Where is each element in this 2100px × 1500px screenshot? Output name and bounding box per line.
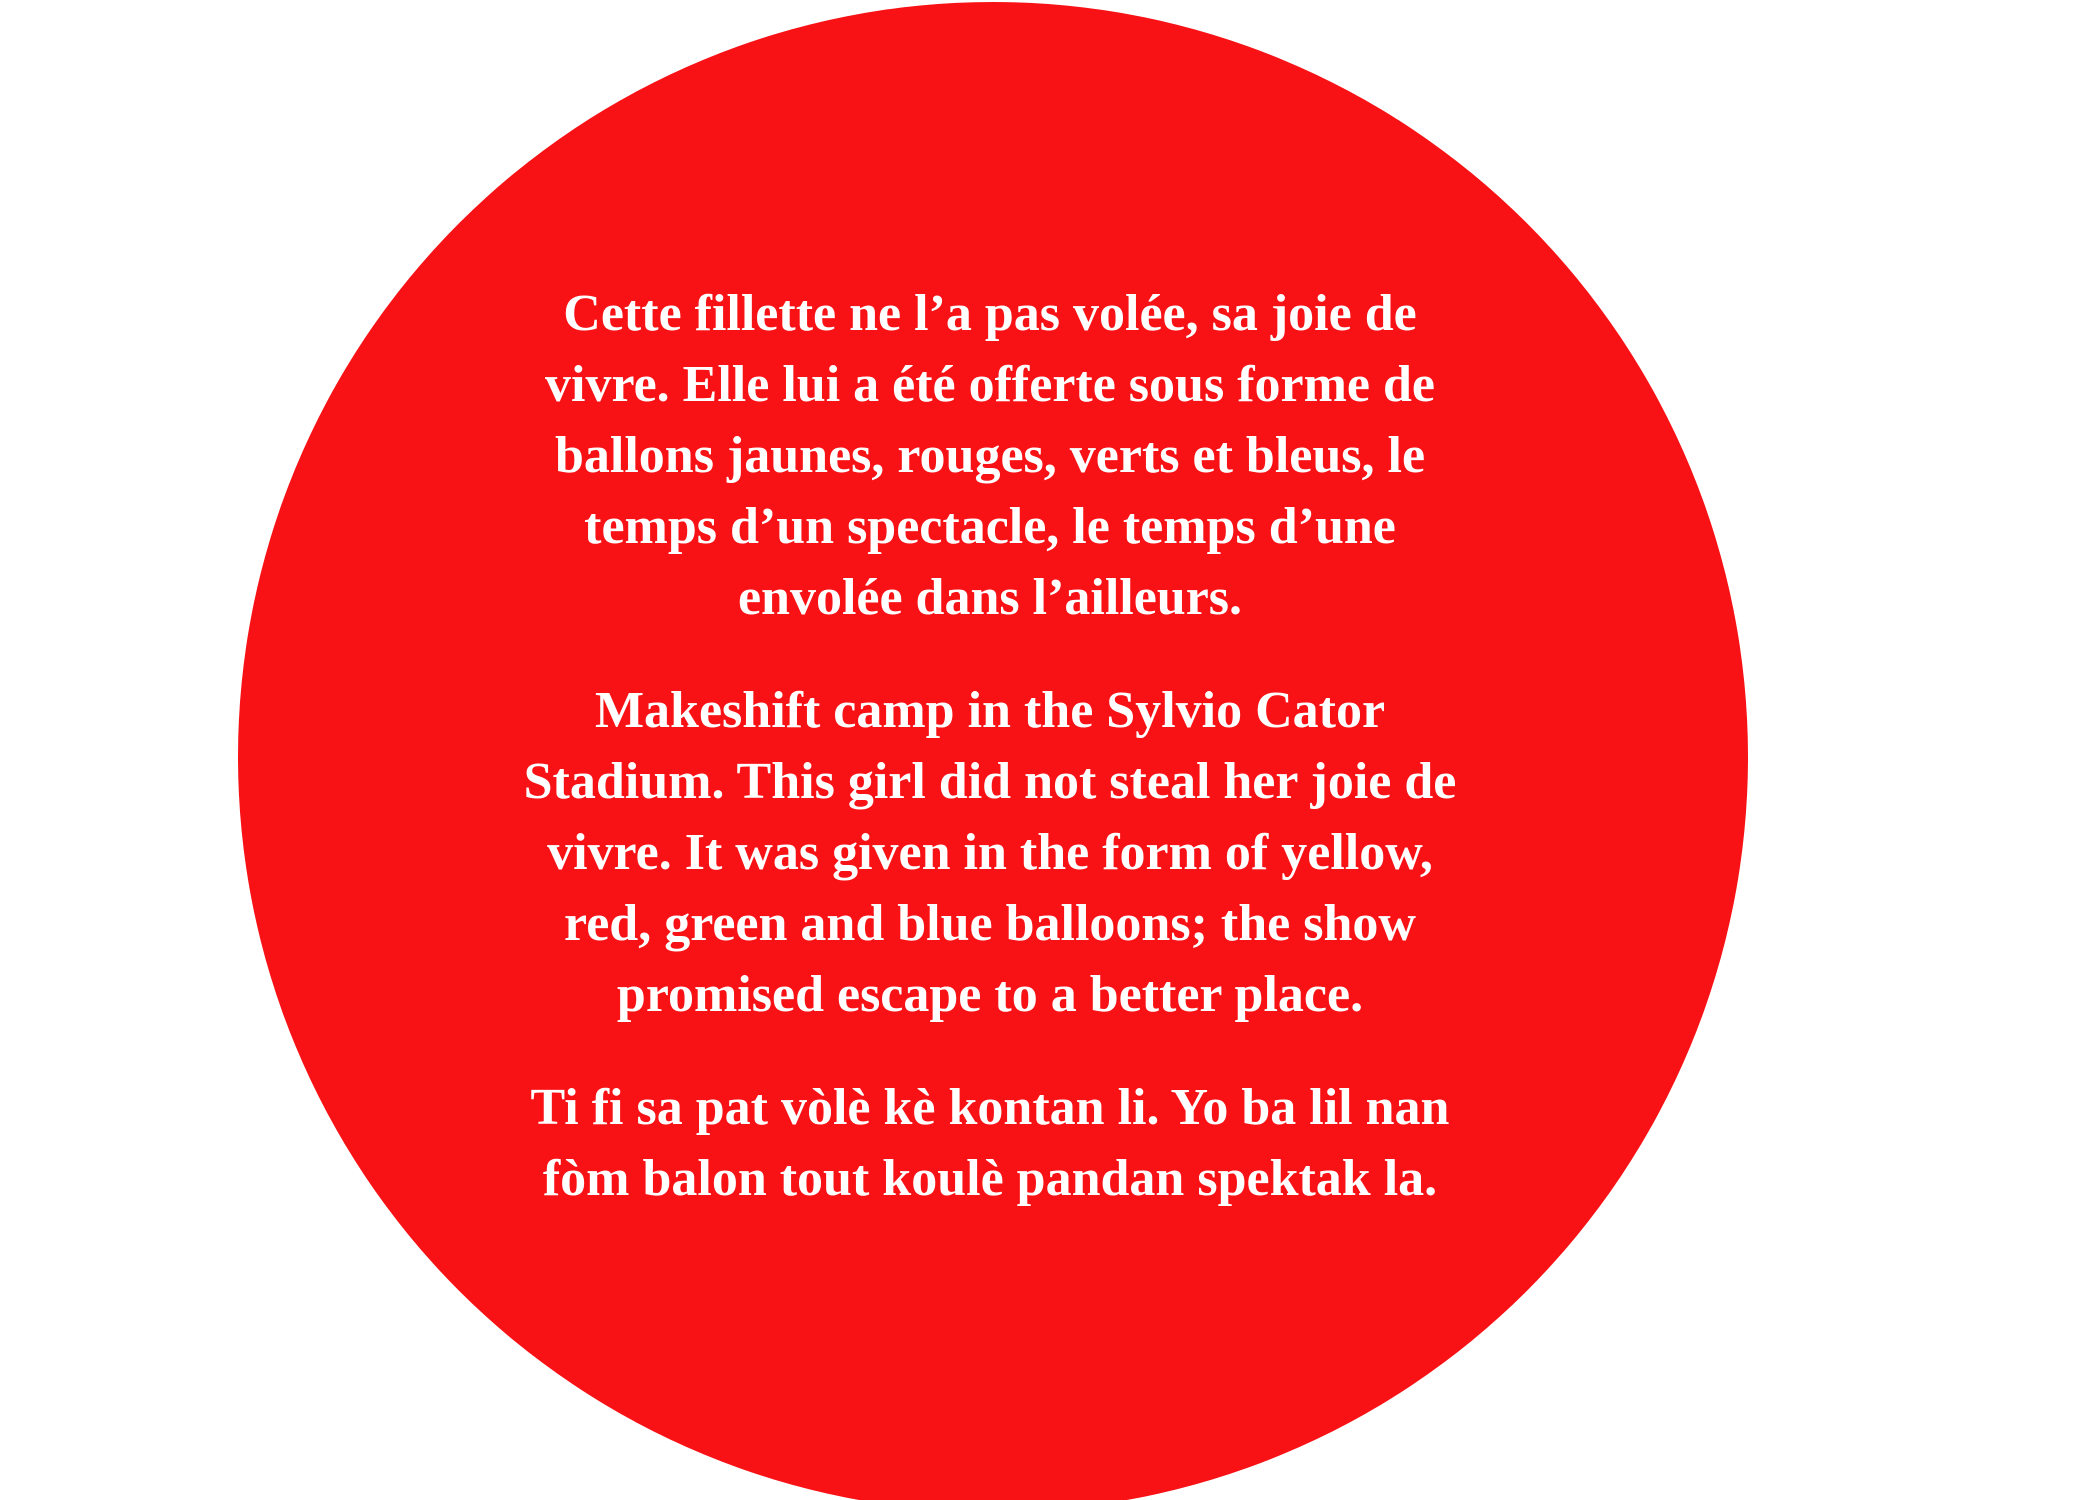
caption-line: Ti fi sa pat vòlè kè kontan li. Yo ba li… [530, 1079, 1450, 1136]
caption-paragraph-creole: Ti fi sa pat vòlè kè kontan li. Yo ba li… [440, 1072, 1540, 1214]
caption-line: vivre. Elle lui a été offerte sous forme… [545, 356, 1435, 413]
caption-line: temps d’un spectacle, le temps d’une [584, 498, 1396, 555]
caption-line: Stadium. This girl did not steal her joi… [523, 753, 1457, 810]
caption-line: fòm balon tout koulè pandan spektak la. [542, 1150, 1438, 1207]
caption-line: Makeshift camp in the Sylvio Cator [594, 682, 1386, 739]
caption-text-block: Cette fillette ne l’a pas volée, sa joie… [440, 278, 1540, 1214]
caption-line: red, green and blue balloons; the show [564, 895, 1416, 952]
page: Cette fillette ne l’a pas volée, sa joie… [0, 0, 2100, 1500]
caption-line: promised escape to a better place. [616, 966, 1364, 1023]
caption-paragraph-english: Makeshift camp in the Sylvio Cator Stadi… [440, 675, 1540, 1030]
caption-line: Cette fillette ne l’a pas volée, sa joie… [563, 285, 1417, 342]
caption-paragraph-french: Cette fillette ne l’a pas volée, sa joie… [440, 278, 1540, 633]
caption-line: vivre. It was given in the form of yello… [547, 824, 1433, 881]
caption-line: ballons jaunes, rouges, verts et bleus, … [554, 427, 1426, 484]
caption-line: envolée dans l’ailleurs. [737, 569, 1243, 626]
